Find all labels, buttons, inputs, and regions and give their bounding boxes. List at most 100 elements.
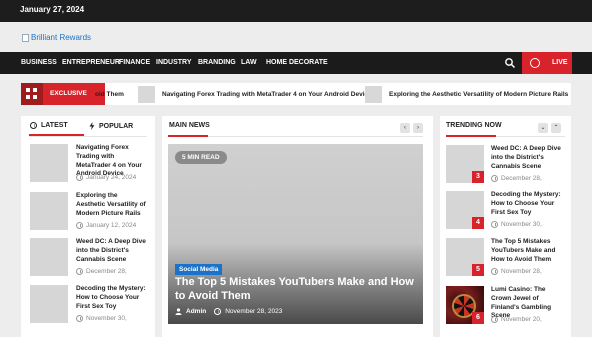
- post-title[interactable]: Decoding the Mystery: How to Choose Your…: [76, 285, 148, 311]
- rank-badge: 3: [472, 171, 484, 183]
- post-date: January 24, 2024: [76, 174, 136, 181]
- hero-meta: Admin November 28, 2023: [175, 308, 282, 315]
- hero-card[interactable]: 5 MIN READ Social Media The Top 5 Mistak…: [168, 144, 423, 324]
- clock-icon: [76, 222, 83, 229]
- list-item[interactable]: 6 Lumi Casino: The Crown Jewel of Finlan…: [446, 286, 566, 330]
- post-title[interactable]: Decoding the Mystery: How to Choose Your…: [491, 191, 566, 217]
- hero-title[interactable]: The Top 5 Mistakes YouTubers Make and Ho…: [175, 276, 420, 303]
- ticker-item-title: oid Them: [95, 90, 124, 98]
- post-thumbnail[interactable]: [30, 238, 68, 276]
- post-thumbnail[interactable]: 3: [446, 145, 484, 183]
- site-logo[interactable]: Brilliant Rewards: [22, 33, 91, 42]
- clock-icon: [76, 174, 83, 181]
- post-date-text: January 12, 2024: [86, 222, 137, 229]
- nav-item-business[interactable]: BUSINESS: [21, 59, 57, 66]
- tab-latest[interactable]: LATEST: [30, 122, 68, 129]
- prev-arrow-button[interactable]: ‹: [400, 123, 410, 133]
- clock-icon: [491, 268, 498, 275]
- post-date-text: November 30,: [86, 315, 127, 322]
- nav-item-entrepreneur[interactable]: ENTREPRENEUR: [62, 59, 120, 66]
- post-date: November 20,: [491, 316, 542, 323]
- category-badge[interactable]: Social Media: [175, 264, 223, 275]
- post-title[interactable]: Exploring the Aesthetic Versatility of M…: [76, 192, 148, 218]
- search-icon[interactable]: [504, 57, 516, 69]
- rank-badge: 5: [472, 264, 484, 276]
- clock-icon: [491, 316, 498, 323]
- news-ticker: EXCLUSIVE oid Them Navigating Forex Trad…: [21, 83, 571, 105]
- post-title[interactable]: Weed DC: A Deep Dive into the District's…: [491, 145, 566, 171]
- section-heading: MAIN NEWS: [169, 122, 210, 129]
- post-date: January 12, 2024: [76, 222, 136, 229]
- post-date-text: November 30,: [501, 221, 542, 228]
- tab-popular[interactable]: POPULAR: [89, 122, 133, 130]
- section-accent: [446, 135, 496, 137]
- main-nav: BUSINESS ENTREPRENEUR FINANCE INDUSTRY B…: [0, 52, 592, 74]
- post-thumbnail[interactable]: [30, 192, 68, 230]
- post-date-text: January 24, 2024: [86, 174, 137, 181]
- post-date-text: December 28,: [86, 268, 127, 275]
- top-bar: January 27, 2024: [0, 0, 592, 22]
- latest-popular-panel: LATEST POPULAR Navigating Forex Trading …: [21, 116, 155, 337]
- post-date-text: November 20,: [501, 316, 542, 323]
- scroll-up-button[interactable]: ⌃: [551, 123, 561, 133]
- section-heading: TRENDING NOW: [446, 122, 502, 129]
- author-name[interactable]: Admin: [186, 308, 206, 315]
- post-date: December 28,: [76, 268, 127, 275]
- ticker-item[interactable]: Navigating Forex Trading with MetaTrader…: [138, 83, 372, 105]
- hero-date: November 28, 2023: [225, 308, 283, 315]
- list-item[interactable]: 5 The Top 5 Mistakes YouTubers Make and …: [446, 238, 566, 282]
- nav-item-finance[interactable]: FINANCE: [119, 59, 150, 66]
- list-item[interactable]: 4 Decoding the Mystery: How to Choose Yo…: [446, 191, 566, 235]
- next-arrow-button[interactable]: ›: [413, 123, 423, 133]
- list-item[interactable]: Exploring the Aesthetic Versatility of M…: [30, 192, 148, 236]
- ticker-item[interactable]: Exploring the Aesthetic Versatility of M…: [365, 83, 568, 105]
- clock-icon: [30, 122, 37, 129]
- list-item[interactable]: Navigating Forex Trading with MetaTrader…: [30, 144, 145, 188]
- tab-divider: [29, 136, 147, 137]
- post-date: November 30,: [76, 315, 127, 322]
- active-tab-indicator: [29, 134, 84, 136]
- clock-icon: [76, 315, 83, 322]
- nav-item-branding[interactable]: BRANDING: [198, 59, 236, 66]
- clock-icon: [76, 268, 83, 275]
- list-item[interactable]: 3 Weed DC: A Deep Dive into the District…: [446, 145, 566, 189]
- site-logo-alt: Brilliant Rewards: [31, 33, 92, 42]
- user-icon: [175, 308, 182, 315]
- nav-item-industry[interactable]: INDUSTRY: [156, 59, 192, 66]
- post-thumbnail[interactable]: 5: [446, 238, 484, 276]
- post-thumbnail[interactable]: [30, 285, 68, 323]
- nav-item-home-decorate[interactable]: HOME DECORATE: [266, 59, 328, 66]
- ticker-item-title: Exploring the Aesthetic Versatility of M…: [389, 90, 569, 98]
- rank-badge: 6: [472, 312, 484, 324]
- post-title[interactable]: The Top 5 Mistakes YouTubers Make and Ho…: [491, 238, 566, 264]
- exclusive-label-text: EXCLUSIVE: [50, 90, 87, 97]
- ticker-item[interactable]: oid Them: [95, 83, 124, 105]
- clock-icon: [214, 308, 222, 315]
- post-thumbnail[interactable]: 4: [446, 191, 484, 229]
- clock-icon: [491, 221, 498, 228]
- grid-icon: [21, 83, 43, 105]
- post-thumbnail[interactable]: [30, 144, 68, 182]
- live-indicator-icon: [530, 58, 540, 68]
- scroll-down-button[interactable]: ⌄: [538, 123, 548, 133]
- tab-latest-label: LATEST: [41, 122, 68, 129]
- current-date: January 27, 2024: [20, 5, 85, 14]
- post-date-text: December 28,: [501, 175, 542, 182]
- nav-item-law[interactable]: LAW: [241, 59, 257, 66]
- post-title[interactable]: Weed DC: A Deep Dive into the District's…: [76, 238, 148, 264]
- live-label: LIVE: [552, 59, 568, 66]
- live-button[interactable]: LIVE: [522, 52, 572, 74]
- ticker-thumbnail: [365, 85, 382, 103]
- list-item[interactable]: Decoding the Mystery: How to Choose Your…: [30, 285, 148, 329]
- post-date: November 28,: [491, 268, 542, 275]
- ticker-item-title: Navigating Forex Trading with MetaTrader…: [162, 90, 372, 98]
- tab-popular-label: POPULAR: [99, 122, 134, 130]
- trending-panel: TRENDING NOW ⌄ ⌃ 3 Weed DC: A Deep Dive …: [440, 116, 571, 337]
- section-accent: [168, 135, 208, 137]
- list-item[interactable]: Weed DC: A Deep Dive into the District's…: [30, 238, 148, 282]
- rank-badge: 4: [472, 217, 484, 229]
- post-date-text: November 28,: [501, 268, 542, 275]
- post-date: December 28,: [491, 175, 542, 182]
- post-thumbnail[interactable]: 6: [446, 286, 484, 324]
- broken-image-icon: [22, 33, 29, 42]
